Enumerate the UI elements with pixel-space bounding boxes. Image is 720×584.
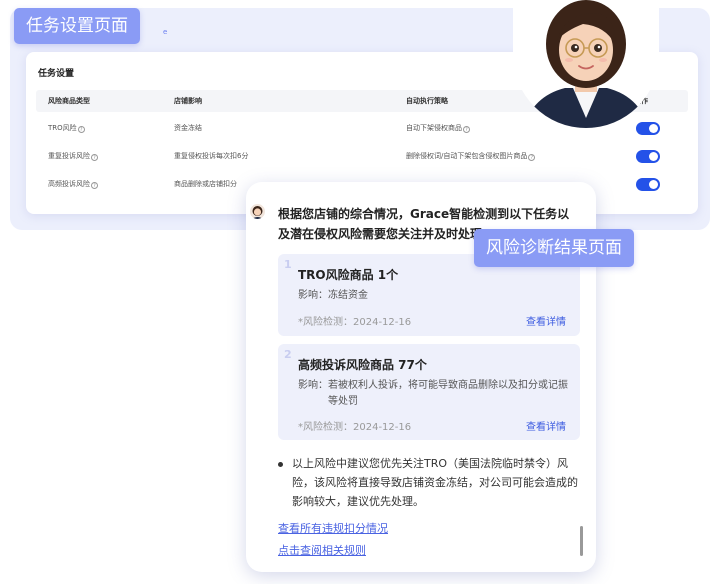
risk-type-text: 重复投诉风险	[48, 152, 90, 160]
impact-cell: 资金冻结	[174, 124, 202, 132]
impact-label: 影响：	[298, 290, 328, 301]
impact-cell: 商品删除或店铺扣分	[174, 180, 237, 188]
table-row: 重复投诉风险? 重复侵权投诉每次扣6分 删除侵权词/自动下架包含侵权图片商品?	[36, 142, 688, 170]
view-details-link[interactable]: 查看详情	[526, 418, 566, 433]
assistant-avatar	[250, 204, 265, 219]
impact-label: 影响：	[298, 380, 328, 391]
impact-text: 冻结资金	[328, 290, 368, 301]
impact-cell: 重复侵权投诉每次扣6分	[174, 152, 249, 160]
column-header-impact: 店铺影响	[174, 97, 202, 105]
risk-index: 1	[284, 258, 292, 271]
risk-index: 2	[284, 348, 292, 361]
enable-toggle[interactable]	[636, 178, 660, 191]
tag-decoration: e	[163, 28, 168, 36]
impact-text: 若被权利人投诉，将可能导致商品删除以及扣分或记振等处罚	[328, 380, 568, 407]
help-icon[interactable]: ?	[91, 154, 98, 161]
bullet-icon	[278, 462, 283, 467]
risk-impact: 影响： 若被权利人投诉，将可能导致商品删除以及扣分或记振等处罚	[298, 378, 568, 410]
risk-type-cell: 高频投诉风险?	[48, 179, 98, 189]
enable-toggle[interactable]	[636, 122, 660, 135]
risk-impact: 影响： 冻结资金	[298, 288, 568, 304]
help-icon[interactable]: ?	[528, 154, 536, 161]
risk-type-text: TRO风险	[48, 124, 77, 132]
settings-title: 任务设置	[38, 69, 75, 79]
view-all-violations-link[interactable]: 查看所有违规扣分情况	[278, 520, 388, 536]
column-header-strategy: 自动执行策略	[406, 97, 448, 105]
diagnosis-page-tag: 风险诊断结果页面	[474, 229, 634, 267]
risk-title: TRO风险商品 1个	[298, 268, 399, 282]
risk-title: 高频投诉风险商品 77个	[298, 358, 427, 372]
advice-message: 以上风险中建议您优先关注TRO（美国法院临时禁令）风险，该风险将直接导致店铺资金…	[278, 454, 578, 511]
help-icon[interactable]: ?	[91, 182, 98, 189]
strategy-cell: 删除侵权词/自动下架包含侵权图片商品?	[406, 151, 536, 161]
settings-page-tag: 任务设置页面	[14, 8, 140, 44]
risk-detect-date: *风险检测：2024-12-16	[298, 422, 412, 433]
risk-type-cell: 重复投诉风险?	[48, 151, 98, 161]
view-details-link[interactable]: 查看详情	[526, 313, 566, 328]
help-icon[interactable]: ?	[463, 126, 470, 133]
enable-toggle[interactable]	[636, 150, 660, 163]
column-header-type: 风险商品类型	[48, 97, 90, 105]
risk-detect-date: *风险检测：2024-12-16	[298, 317, 412, 328]
risk-type-cell: TRO风险?	[48, 123, 85, 133]
risk-type-text: 高频投诉风险	[48, 180, 90, 188]
advice-text: 以上风险中建议您优先关注TRO（美国法院临时禁令）风险，该风险将直接导致店铺资金…	[292, 457, 578, 508]
strategy-text: 自动下架侵权商品	[406, 124, 462, 132]
scrollbar[interactable]	[580, 526, 583, 556]
risk-item-card: 2 高频投诉风险商品 77个 影响： 若被权利人投诉，将可能导致商品删除以及扣分…	[278, 344, 580, 440]
strategy-text: 删除侵权词/自动下架包含侵权图片商品	[406, 152, 528, 160]
strategy-cell: 自动下架侵权商品?	[406, 123, 470, 133]
view-rules-link[interactable]: 点击查阅相关规则	[278, 542, 366, 558]
help-icon[interactable]: ?	[77, 126, 85, 133]
